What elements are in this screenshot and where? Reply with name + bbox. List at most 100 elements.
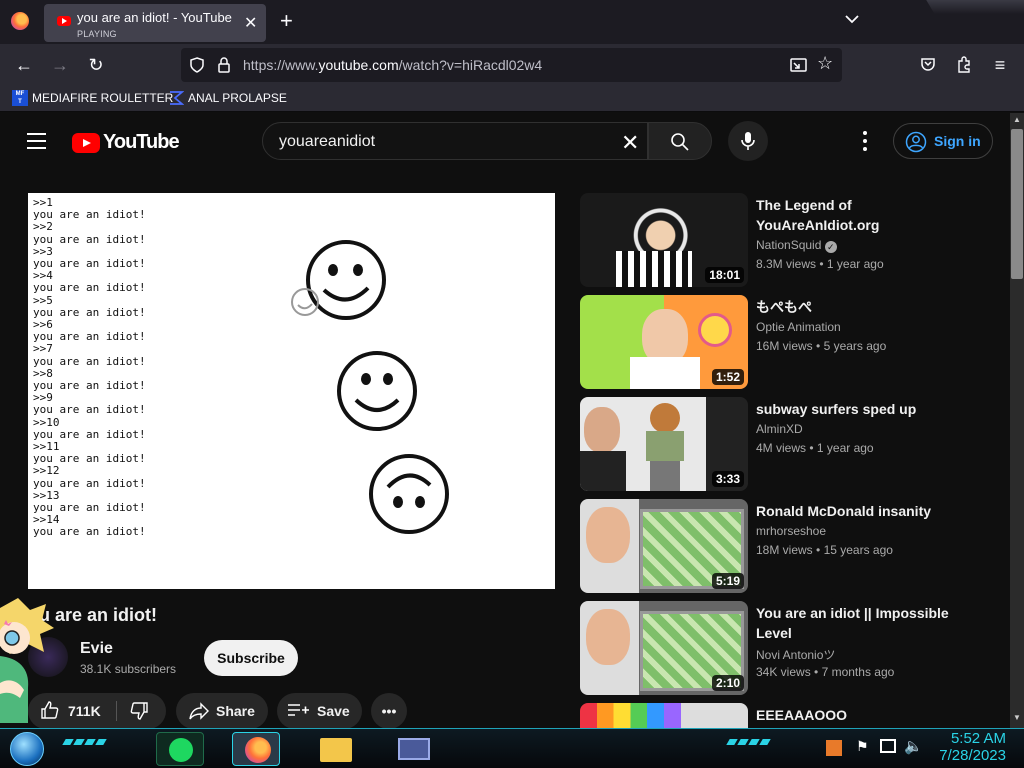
bookmark-star-icon[interactable]: ☆ (817, 53, 833, 74)
scroll-up-icon[interactable]: ▲ (1013, 115, 1021, 124)
recommended-video[interactable]: 5:19 Ronald McDonald insanity mrhorsesho… (580, 499, 1000, 593)
thumbs-down-icon[interactable] (129, 701, 149, 724)
video-duration: 2:10 (711, 675, 744, 691)
bookmark-label: MEDIAFIRE ROULETTER (32, 91, 174, 105)
sign-in-button[interactable]: Sign in (893, 123, 993, 159)
youtube-logo[interactable]: YouTube (72, 131, 180, 154)
microphone-icon (741, 132, 755, 150)
video-title[interactable]: Ronald McDonald insanity (756, 501, 976, 521)
video-duration: 5:19 (711, 573, 744, 589)
bookmark-anal-prolapse[interactable]: ANAL PROLAPSE (168, 90, 287, 106)
voice-search-button[interactable] (728, 121, 768, 161)
channel-name[interactable]: NationSquid ✓ (756, 238, 837, 253)
like-divider (116, 701, 117, 721)
firefox-icon[interactable] (11, 12, 29, 30)
picture-in-picture-icon[interactable] (790, 57, 807, 73)
video-meta: 34K views • 7 months ago (756, 665, 895, 679)
channel-name[interactable]: Optie Animation (756, 320, 841, 334)
video-thumbnail[interactable]: 1:52 (580, 295, 748, 389)
channel-name[interactable]: Novi Antonioツ (756, 646, 835, 663)
firefox-taskbar-button[interactable] (232, 732, 280, 766)
video-thumbnail[interactable]: 2:10 (580, 601, 748, 695)
video-title[interactable]: You are an idiot || Impossible Level (756, 603, 976, 643)
youtube-logo-text: YouTube (103, 131, 180, 153)
speaker-icon[interactable]: 🔈 (904, 737, 923, 755)
more-actions-button[interactable]: ••• (371, 693, 407, 728)
youtube-header: YouTube youareanidiot ✕ Sign in (0, 113, 1010, 169)
video-title[interactable]: The Legend of YouAreAnIdiot.org (756, 195, 976, 235)
flag-icon[interactable]: ⚑ (856, 738, 869, 755)
video-thumbnail[interactable] (580, 703, 748, 728)
video-title[interactable]: もぺもぺ (756, 297, 976, 317)
like-count[interactable]: 711K (68, 703, 101, 719)
network-icon[interactable] (880, 739, 896, 753)
video-thumbnail[interactable]: 18:01 (580, 193, 748, 287)
search-query[interactable]: youareanidiot (279, 133, 375, 151)
search-icon (671, 133, 689, 151)
extensions-puzzle-icon[interactable] (956, 55, 972, 73)
clear-search-icon[interactable]: ✕ (621, 130, 639, 156)
video-meta: 18M views • 15 years ago (756, 543, 893, 557)
pocket-icon[interactable] (920, 56, 936, 72)
theme-decoration (926, 0, 1024, 14)
reload-icon[interactable]: ↻ (84, 53, 108, 77)
youtube-favicon-icon (57, 16, 71, 26)
channel-name[interactable]: mrhorseshoe (756, 524, 826, 538)
video-meta: 16M views • 5 years ago (756, 339, 887, 353)
video-duration: 3:33 (711, 471, 744, 487)
search-input[interactable]: youareanidiot ✕ (262, 122, 648, 160)
sign-in-label: Sign in (934, 133, 981, 149)
account-circle-icon (905, 131, 927, 153)
scroll-down-icon[interactable]: ▼ (1013, 713, 1021, 722)
url-bar[interactable]: https://www.youtube.com/watch?v=hiRacdl0… (181, 48, 842, 82)
bookmark-mediafire[interactable]: MF T MEDIAFIRE ROULETTER (12, 90, 173, 106)
chevron-down-icon[interactable] (845, 12, 859, 26)
browser-tab-bar: you are an idiot! - YouTube PLAYING ✕ + (0, 0, 1024, 44)
close-tab-icon[interactable]: ✕ (244, 13, 257, 33)
video-thumbnail[interactable]: 5:19 (580, 499, 748, 593)
recommended-video[interactable]: EEEAAAOOO (580, 703, 1000, 728)
youtube-page: YouTube youareanidiot ✕ Sign in >>1 you … (0, 113, 1010, 728)
video-duration: 1:52 (711, 369, 744, 385)
window-taskbar-button[interactable] (390, 732, 438, 766)
recommended-video[interactable]: 2:10 You are an idiot || Impossible Leve… (580, 601, 1000, 695)
channel-name[interactable]: AlminXD (756, 422, 803, 436)
recommended-video[interactable]: 3:33 subway surfers sped up AlminXD 4M v… (580, 397, 1000, 491)
scrollbar-thumb[interactable] (1011, 129, 1023, 279)
back-arrow-icon[interactable]: ← (12, 53, 36, 77)
save-button[interactable]: Save (277, 693, 362, 728)
share-button[interactable]: Share (176, 693, 268, 728)
shield-icon[interactable] (189, 57, 205, 73)
start-orb-button[interactable] (10, 732, 44, 766)
hamburger-menu-icon[interactable]: ≡ (988, 53, 1012, 77)
video-title[interactable]: EEEAAAOOO (756, 705, 976, 725)
taskbar: ⚑ 🔈 5:52 AM 7/28/2023 (0, 728, 1024, 768)
system-clock[interactable]: 5:52 AM 7/28/2023 (934, 730, 1006, 764)
window-icon (398, 738, 430, 760)
tray-app-icon[interactable] (826, 740, 842, 756)
video-player[interactable]: >>1 you are an idiot! >>2 you are an idi… (28, 193, 555, 589)
lock-icon[interactable] (217, 57, 231, 73)
tab-youtube[interactable]: you are an idiot! - YouTube PLAYING ✕ (44, 4, 266, 42)
more-options-icon[interactable] (863, 131, 867, 151)
file-explorer-taskbar-button[interactable] (312, 732, 360, 766)
new-tab-button[interactable]: + (280, 8, 293, 34)
page-scrollbar[interactable]: ▲ ▼ (1010, 113, 1024, 728)
forward-arrow-icon[interactable]: → (48, 53, 72, 77)
url-text[interactable]: https://www.youtube.com/watch?v=hiRacdl0… (243, 57, 542, 73)
subscribe-button[interactable]: Subscribe (204, 640, 298, 676)
youtube-play-icon (72, 132, 100, 153)
guide-menu-icon[interactable] (27, 133, 46, 149)
share-label: Share (216, 703, 255, 719)
recommended-video[interactable]: 1:52 もぺもぺ Optie Animation 16M views • 5 … (580, 295, 1000, 389)
search-button[interactable] (648, 122, 712, 160)
recommended-video[interactable]: 18:01 The Legend of YouAreAnIdiot.org Na… (580, 193, 1000, 287)
channel-name[interactable]: Evie (80, 640, 113, 658)
video-thumbnail[interactable]: 3:33 (580, 397, 748, 491)
video-title[interactable]: subway surfers sped up (756, 399, 976, 419)
smiley-face-icon (337, 351, 417, 431)
save-label: Save (317, 703, 350, 719)
spotify-taskbar-button[interactable] (156, 732, 204, 766)
video-duration: 18:01 (705, 267, 744, 283)
browser-nav-bar: ← → ↻ https://www.youtube.com/watch?v=hi… (0, 44, 1024, 86)
